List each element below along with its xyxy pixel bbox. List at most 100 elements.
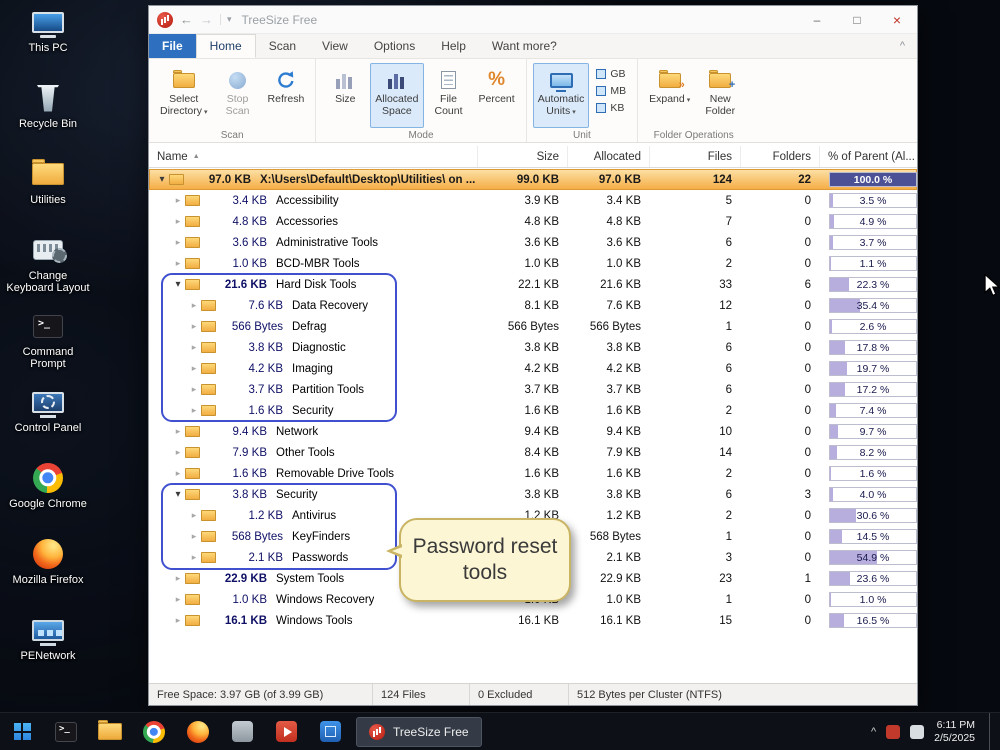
table-row[interactable]: ▸3.6 KBAdministrative Tools 3.6 KB 3.6 K… — [149, 232, 917, 253]
tab-scan[interactable]: Scan — [256, 34, 309, 58]
tree-chevron-icon[interactable]: ▸ — [187, 342, 201, 353]
desktop-icon[interactable]: Utilities — [2, 158, 94, 234]
collapse-ribbon-icon[interactable]: ^ — [888, 34, 917, 58]
taskbar-icon-firefox[interactable] — [176, 713, 220, 750]
tree-chevron-icon[interactable]: ▸ — [171, 594, 185, 605]
tree-chevron-icon[interactable]: ▸ — [187, 384, 201, 395]
column-header-files[interactable]: Files — [649, 146, 740, 167]
table-row[interactable]: ▾21.6 KBHard Disk Tools 22.1 KB 21.6 KB … — [149, 274, 917, 295]
desktop-icon[interactable]: Recycle Bin — [2, 82, 94, 158]
taskbar-icon-app-red[interactable] — [264, 713, 308, 750]
tree-chevron-icon[interactable]: ▸ — [187, 531, 201, 542]
taskbar-icon-explorer[interactable] — [88, 713, 132, 750]
bars-icon — [335, 71, 355, 89]
column-header-size[interactable]: Size — [477, 146, 567, 167]
taskbar-icon-app-gray[interactable] — [220, 713, 264, 750]
tab-options[interactable]: Options — [361, 34, 428, 58]
maximize-button[interactable]: □ — [837, 6, 877, 33]
tray-app-icon[interactable] — [886, 725, 900, 739]
cell-folders: 0 — [740, 447, 819, 459]
column-header-allocated[interactable]: Allocated — [567, 146, 649, 167]
desktop-icon[interactable]: PENetwork — [2, 614, 94, 690]
new-folder-button[interactable]: + NewFolder — [697, 63, 743, 128]
show-desktop-button[interactable] — [989, 713, 994, 750]
tree-chevron-icon[interactable]: ▸ — [187, 363, 201, 374]
gb-unit-button[interactable]: GB — [591, 66, 631, 82]
table-row[interactable]: ▸4.8 KBAccessories 4.8 KB 4.8 KB 7 0 4.9… — [149, 211, 917, 232]
table-row[interactable]: ▸3.4 KBAccessibility 3.9 KB 3.4 KB 5 0 3… — [149, 190, 917, 211]
desktop-icon[interactable]: Mozilla Firefox — [2, 538, 94, 614]
select-directory-button[interactable]: SelectDirectory▾ — [155, 63, 213, 128]
size-mode-button[interactable]: Size — [322, 63, 368, 128]
tree-chevron-icon[interactable]: ▾ — [171, 489, 185, 500]
tree-chevron-icon[interactable]: ▸ — [187, 321, 201, 332]
table-row[interactable]: ▸7.9 KBOther Tools 8.4 KB 7.9 KB 14 0 8.… — [149, 442, 917, 463]
tree-chevron-icon[interactable]: ▸ — [187, 405, 201, 416]
tree-chevron-icon[interactable]: ▸ — [171, 468, 185, 479]
tray-app-icon[interactable] — [910, 725, 924, 739]
tree-chevron-icon[interactable]: ▸ — [187, 300, 201, 311]
column-header-percent[interactable]: % of Parent (Al... — [819, 146, 917, 167]
column-header-name[interactable]: Name▲ — [149, 146, 477, 167]
tree-chevron-icon[interactable]: ▸ — [187, 510, 201, 521]
mb-unit-button[interactable]: MB — [591, 83, 631, 99]
table-row[interactable]: ▾97.0 KBX:\Users\Default\Desktop\Utiliti… — [149, 169, 917, 190]
table-row[interactable]: ▸566 BytesDefrag 566 Bytes 566 Bytes 1 0… — [149, 316, 917, 337]
firefox-icon — [187, 721, 209, 743]
close-button[interactable]: × — [877, 6, 917, 33]
percent-bar: 1.6 % — [829, 466, 917, 481]
taskbar-icon-start[interactable] — [0, 713, 44, 750]
taskbar-icon-chrome[interactable] — [132, 713, 176, 750]
refresh-button[interactable]: Refresh — [263, 63, 310, 128]
table-row[interactable]: ▸1.0 KBBCD-MBR Tools 1.0 KB 1.0 KB 2 0 1… — [149, 253, 917, 274]
table-row[interactable]: ▸3.7 KBPartition Tools 3.7 KB 3.7 KB 6 0… — [149, 379, 917, 400]
desktop-icon[interactable]: Google Chrome — [2, 462, 94, 538]
desktop-icon[interactable]: Command Prompt — [2, 310, 94, 386]
tree-chevron-icon[interactable]: ▸ — [171, 195, 185, 206]
tree-chevron-icon[interactable]: ▸ — [171, 573, 185, 584]
tree-chevron-icon[interactable]: ▸ — [171, 615, 185, 626]
table-row[interactable]: ▸4.2 KBImaging 4.2 KB 4.2 KB 6 0 19.7 % — [149, 358, 917, 379]
tree-chevron-icon[interactable]: ▸ — [171, 426, 185, 437]
tab-want-more[interactable]: Want more? — [479, 34, 570, 58]
tab-file[interactable]: File — [149, 34, 196, 58]
table-row[interactable]: ▸1.6 KBSecurity 1.6 KB 1.6 KB 2 0 7.4 % — [149, 400, 917, 421]
tree-chevron-icon[interactable]: ▾ — [171, 279, 185, 290]
bars-dark-icon — [387, 71, 407, 89]
tab-view[interactable]: View — [309, 34, 361, 58]
tray-expand-icon[interactable]: ^ — [871, 726, 876, 738]
expand-button[interactable]: » Expand▾ — [644, 63, 695, 128]
tab-home[interactable]: Home — [196, 34, 256, 58]
table-row[interactable]: ▸3.8 KBDiagnostic 3.8 KB 3.8 KB 6 0 17.8… — [149, 337, 917, 358]
kb-unit-button[interactable]: KB — [591, 100, 631, 116]
tree-chevron-icon[interactable]: ▸ — [171, 258, 185, 269]
minimize-button[interactable]: – — [797, 6, 837, 33]
percent-mode-button[interactable]: % Percent — [474, 63, 520, 128]
tree-chevron-icon[interactable]: ▸ — [171, 237, 185, 248]
tab-help[interactable]: Help — [428, 34, 479, 58]
desktop-icon[interactable]: Control Panel — [2, 386, 94, 462]
taskbar-treesize-button[interactable]: TreeSize Free — [356, 717, 482, 747]
back-button[interactable]: ← — [180, 6, 193, 34]
allocated-space-mode-button[interactable]: AllocatedSpace — [370, 63, 423, 128]
desktop-icon[interactable]: Change Keyboard Layout — [2, 234, 94, 310]
tree-chevron-icon[interactable]: ▸ — [171, 216, 185, 227]
file-count-mode-button[interactable]: FileCount — [426, 63, 472, 128]
quick-access-dropdown-icon[interactable]: ▾ — [220, 14, 232, 25]
table-row[interactable]: ▾3.8 KBSecurity 3.8 KB 3.8 KB 6 3 4.0 % — [149, 484, 917, 505]
table-row[interactable]: ▸16.1 KBWindows Tools 16.1 KB 16.1 KB 15… — [149, 610, 917, 631]
taskbar-icon-cmd[interactable] — [44, 713, 88, 750]
taskbar-icon-app-blue[interactable] — [308, 713, 352, 750]
table-row[interactable]: ▸9.4 KBNetwork 9.4 KB 9.4 KB 10 0 9.7 % — [149, 421, 917, 442]
tree-chevron-icon[interactable]: ▾ — [155, 174, 169, 185]
tree-chevron-icon[interactable]: ▸ — [187, 552, 201, 563]
table-row[interactable]: ▸7.6 KBData Recovery 8.1 KB 7.6 KB 12 0 … — [149, 295, 917, 316]
column-header-folders[interactable]: Folders — [740, 146, 819, 167]
title-bar[interactable]: ← → ▾ TreeSize Free – □ × — [149, 6, 917, 34]
desktop-icon[interactable]: This PC — [2, 6, 94, 82]
taskbar-clock[interactable]: 6:11 PM 2/5/2025 — [934, 719, 979, 745]
forward-button[interactable]: → — [200, 6, 213, 34]
automatic-units-button[interactable]: AutomaticUnits▾ — [533, 63, 590, 128]
table-row[interactable]: ▸1.6 KBRemovable Drive Tools 1.6 KB 1.6 … — [149, 463, 917, 484]
tree-chevron-icon[interactable]: ▸ — [171, 447, 185, 458]
